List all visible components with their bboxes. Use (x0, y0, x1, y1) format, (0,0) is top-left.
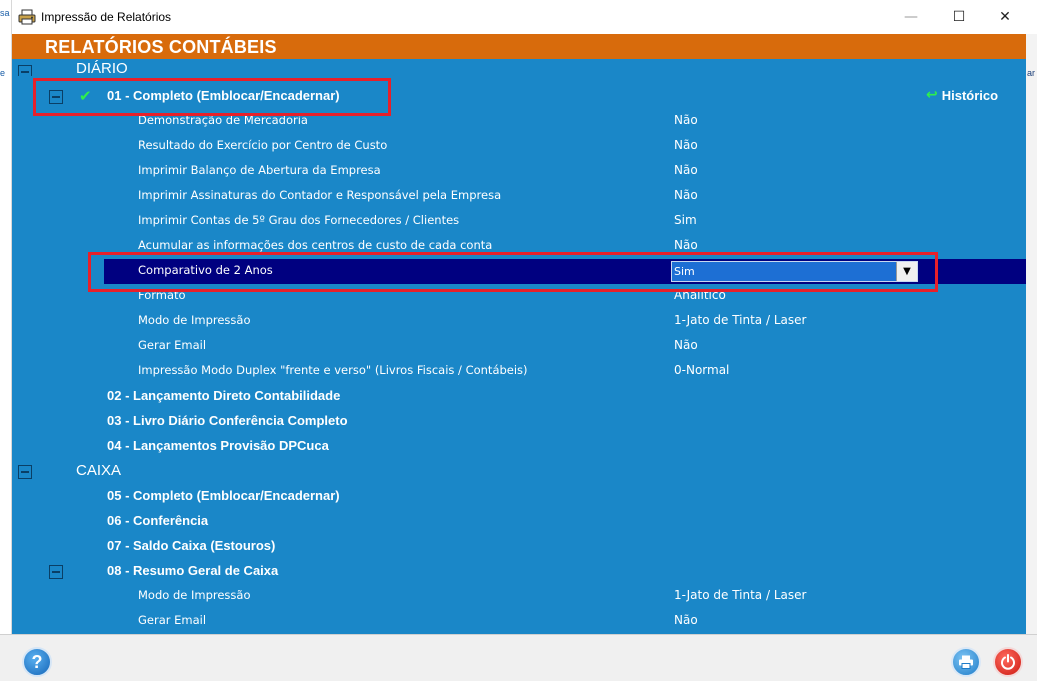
option-value[interactable]: Não (674, 613, 698, 627)
option-value[interactable]: Analítico (674, 288, 726, 302)
check-icon: ✔ (79, 87, 92, 105)
option-value[interactable]: Sim (674, 213, 697, 227)
option-value[interactable]: Não (674, 188, 698, 202)
maximize-button[interactable]: ☐ (936, 0, 982, 34)
tree-report-05[interactable]: 05 - Completo (Emblocar/Encadernar) (12, 484, 1026, 509)
option-label: Gerar Email (138, 613, 207, 627)
background-window-edge-right: ar (1026, 34, 1037, 634)
report-label: 07 - Saldo Caixa (Estouros) (107, 538, 276, 553)
tree-option-row[interactable]: Formato Analítico (12, 284, 1026, 309)
option-label: Imprimir Balanço de Abertura da Empresa (138, 163, 381, 177)
section-header: RELATÓRIOS CONTÁBEIS (12, 34, 1026, 59)
window-title: Impressão de Relatórios (41, 10, 172, 24)
tree-option-row[interactable]: Acumular as informações dos centros de c… (12, 234, 1026, 259)
report-label: 01 - Completo (Emblocar/Encadernar) (107, 88, 340, 103)
option-label: Demonstração de Mercadoria (138, 113, 308, 127)
option-label: Impressão Modo Duplex "frente e verso" (… (138, 363, 528, 377)
option-value[interactable]: 1-Jato de Tinta / Laser (674, 313, 806, 327)
tree-option-row[interactable]: Demonstração de Mercadoria Não (12, 109, 1026, 134)
option-value[interactable]: Não (674, 238, 698, 252)
option-label: Comparativo de 2 Anos (138, 263, 273, 277)
close-button[interactable]: ✕ (982, 0, 1028, 34)
report-tree: DIÁRIO ✔ 01 - Completo (Emblocar/Encader… (12, 59, 1026, 634)
question-mark-icon: ? (31, 651, 43, 672)
print-button[interactable] (951, 647, 981, 677)
option-label: Modo de Impressão (138, 313, 251, 327)
option-value[interactable]: Não (674, 163, 698, 177)
tree-option-row[interactable]: Imprimir Balanço de Abertura da Empresa … (12, 159, 1026, 184)
tree-report-03[interactable]: 03 - Livro Diário Conferência Completo (12, 409, 1026, 434)
section-header-title: RELATÓRIOS CONTÁBEIS (45, 37, 277, 57)
printer-app-icon (18, 9, 36, 25)
tree-option-row[interactable]: Imprimir Assinaturas do Contador e Respo… (12, 184, 1026, 209)
tree-option-row[interactable]: Gerar Email Não (12, 609, 1026, 634)
tree-report-04[interactable]: 04 - Lançamentos Provisão DPCuca (12, 434, 1026, 459)
collapse-toggle-icon[interactable] (49, 90, 63, 104)
report-label: 04 - Lançamentos Provisão DPCuca (107, 438, 329, 453)
tree-report-06[interactable]: 06 - Conferência (12, 509, 1026, 534)
option-label: Gerar Email (138, 338, 207, 352)
tree-option-row[interactable]: Gerar Email Não (12, 334, 1026, 359)
option-value[interactable]: Não (674, 138, 698, 152)
power-icon (1001, 654, 1015, 670)
tree-report-07[interactable]: 07 - Saldo Caixa (Estouros) (12, 534, 1026, 559)
tree-category-diario[interactable]: DIÁRIO (12, 59, 1026, 76)
edge-stub-text: e (0, 68, 6, 78)
tree-category-caixa[interactable]: CAIXA (12, 459, 1026, 484)
option-label: Modo de Impressão (138, 588, 251, 602)
minimize-button[interactable]: — (888, 0, 934, 34)
edge-stub-text: ar (1027, 68, 1036, 78)
category-label: DIÁRIO (76, 60, 128, 76)
tree-option-row[interactable]: Modo de Impressão 1-Jato de Tinta / Lase… (12, 309, 1026, 334)
exit-button[interactable] (993, 647, 1023, 677)
option-label: Resultado do Exercício por Centro de Cus… (138, 138, 388, 152)
option-value[interactable]: Não (674, 338, 698, 352)
edge-stub-text: sa (0, 8, 10, 18)
collapse-toggle-icon[interactable] (18, 465, 32, 479)
tree-report-01[interactable]: ✔ 01 - Completo (Emblocar/Encadernar) ↩ … (12, 84, 1026, 109)
background-window-edge-left: sa e (0, 0, 12, 681)
window-footer: ? (0, 634, 1037, 681)
collapse-toggle-icon[interactable] (49, 565, 63, 579)
historico-label: Histórico (941, 87, 999, 103)
tree-option-row[interactable]: Impressão Modo Duplex "frente e verso" (… (12, 359, 1026, 384)
option-value[interactable]: 0-Normal (674, 363, 729, 377)
dropdown-value: Sim (674, 265, 695, 278)
printer-icon (959, 655, 973, 669)
collapse-toggle-icon[interactable] (18, 65, 32, 76)
option-label: Acumular as informações dos centros de c… (138, 238, 493, 252)
option-value[interactable]: 1-Jato de Tinta / Laser (674, 588, 806, 602)
tree-report-02[interactable]: 02 - Lançamento Direto Contabilidade (12, 384, 1026, 409)
report-label: 06 - Conferência (107, 513, 209, 528)
category-label: CAIXA (76, 462, 122, 479)
option-label: Imprimir Contas de 5º Grau dos Fornecedo… (138, 213, 460, 227)
report-label: 03 - Livro Diário Conferência Completo (107, 413, 348, 428)
tree-option-row[interactable]: Imprimir Contas de 5º Grau dos Fornecedo… (12, 209, 1026, 234)
tree-option-row-selected[interactable]: Comparativo de 2 Anos Sim ▼ (104, 259, 1026, 284)
option-label: Formato (138, 288, 186, 302)
report-label: 02 - Lançamento Direto Contabilidade (107, 388, 341, 403)
chevron-down-icon[interactable]: ▼ (896, 262, 917, 281)
option-label: Imprimir Assinaturas do Contador e Respo… (138, 188, 502, 202)
tree-report-08[interactable]: 08 - Resumo Geral de Caixa (12, 559, 1026, 584)
comparativo-dropdown[interactable]: Sim ▼ (671, 261, 918, 282)
tree-option-row[interactable]: Modo de Impressão 1-Jato de Tinta / Lase… (12, 584, 1026, 609)
historico-link[interactable]: ↩ Histórico (926, 87, 998, 103)
help-button[interactable]: ? (22, 647, 52, 677)
option-value[interactable]: Não (674, 113, 698, 127)
tree-option-row[interactable]: Resultado do Exercício por Centro de Cus… (12, 134, 1026, 159)
window-titlebar: Impressão de Relatórios — ☐ ✕ (0, 0, 1037, 34)
report-label: 08 - Resumo Geral de Caixa (107, 563, 279, 578)
return-arrow-icon: ↩ (926, 87, 938, 103)
report-label: 05 - Completo (Emblocar/Encadernar) (107, 488, 340, 503)
